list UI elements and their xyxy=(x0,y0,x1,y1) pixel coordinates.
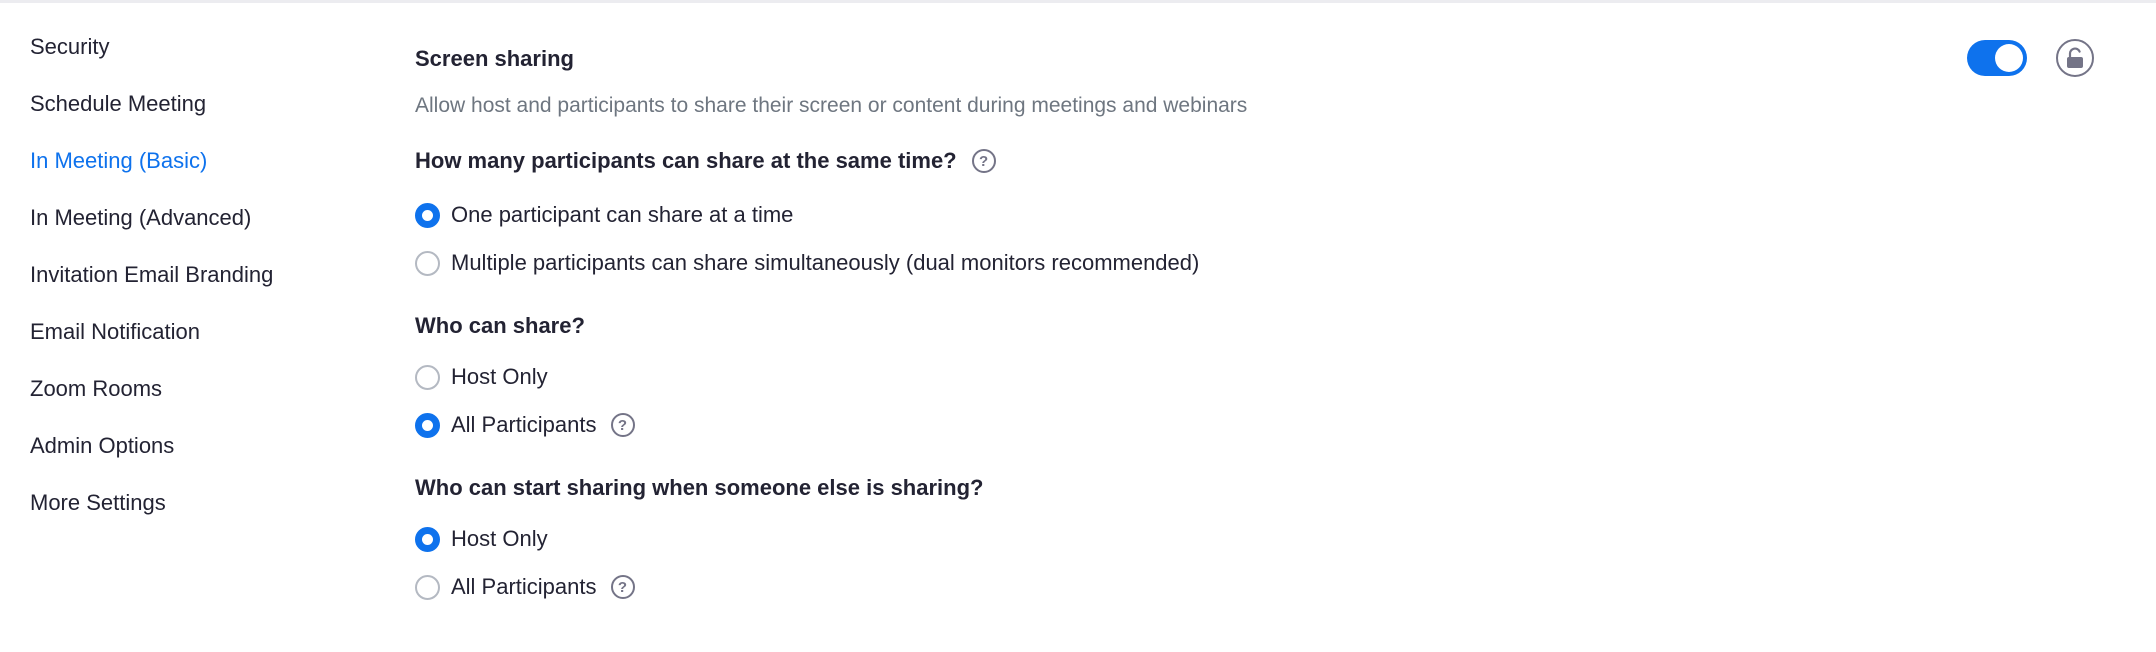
screen-sharing-toggle[interactable] xyxy=(1967,40,2027,76)
setting-panel: Screen sharing Allow host and participan… xyxy=(415,0,2156,652)
share-count-question-label: How many participants can share at the s… xyxy=(415,148,957,173)
radio-button-unchecked[interactable] xyxy=(415,574,440,600)
radio-option-start-all-participants[interactable]: All Participants ? xyxy=(415,572,635,602)
setting-title: Screen sharing xyxy=(415,46,574,71)
radio-option-share-host-only[interactable]: Host Only xyxy=(415,362,548,392)
settings-sidebar: Security Schedule Meeting In Meeting (Ba… xyxy=(0,0,380,652)
who-can-share-question: Who can share? xyxy=(415,313,585,338)
radio-button-unchecked[interactable] xyxy=(415,250,440,276)
sidebar-item-admin-options[interactable]: Admin Options xyxy=(30,431,174,461)
help-icon[interactable]: ? xyxy=(971,149,996,173)
sidebar-item-more-settings[interactable]: More Settings xyxy=(30,488,166,518)
radio-option-share-all-participants[interactable]: All Participants ? xyxy=(415,410,635,440)
radio-option-one-participant[interactable]: One participant can share at a time xyxy=(415,200,793,230)
sidebar-item-security[interactable]: Security xyxy=(30,32,109,62)
radio-button-unchecked[interactable] xyxy=(415,364,440,390)
lock-button[interactable] xyxy=(2056,39,2094,77)
radio-option-label: All Participants xyxy=(451,574,597,599)
radio-option-label: Multiple participants can share simultan… xyxy=(451,250,1200,275)
setting-description: Allow host and participants to share the… xyxy=(415,94,1248,117)
share-count-question: How many participants can share at the s… xyxy=(415,146,996,176)
sidebar-item-email-notification[interactable]: Email Notification xyxy=(30,317,200,347)
toggle-knob xyxy=(1995,44,2023,72)
radio-option-label: One participant can share at a time xyxy=(451,202,794,227)
sidebar-item-in-meeting-basic[interactable]: In Meeting (Basic) xyxy=(30,146,207,176)
unlocked-icon xyxy=(2067,47,2083,68)
radio-button-checked[interactable] xyxy=(415,202,440,228)
help-icon[interactable]: ? xyxy=(610,575,635,599)
radio-button-checked[interactable] xyxy=(415,412,440,438)
radio-option-start-host-only[interactable]: Host Only xyxy=(415,524,548,554)
sidebar-item-invitation-email-branding[interactable]: Invitation Email Branding xyxy=(30,260,273,290)
radio-option-label: All Participants xyxy=(451,412,597,437)
sidebar-item-zoom-rooms[interactable]: Zoom Rooms xyxy=(30,374,162,404)
radio-button-checked[interactable] xyxy=(415,526,440,552)
help-icon[interactable]: ? xyxy=(610,413,635,437)
start-sharing-question: Who can start sharing when someone else … xyxy=(415,475,984,500)
radio-option-multiple-participants[interactable]: Multiple participants can share simultan… xyxy=(415,248,1199,278)
sidebar-item-schedule-meeting[interactable]: Schedule Meeting xyxy=(30,89,206,119)
radio-option-label: Host Only xyxy=(451,526,548,551)
sidebar-item-in-meeting-advanced[interactable]: In Meeting (Advanced) xyxy=(30,203,251,233)
radio-option-label: Host Only xyxy=(451,364,548,389)
